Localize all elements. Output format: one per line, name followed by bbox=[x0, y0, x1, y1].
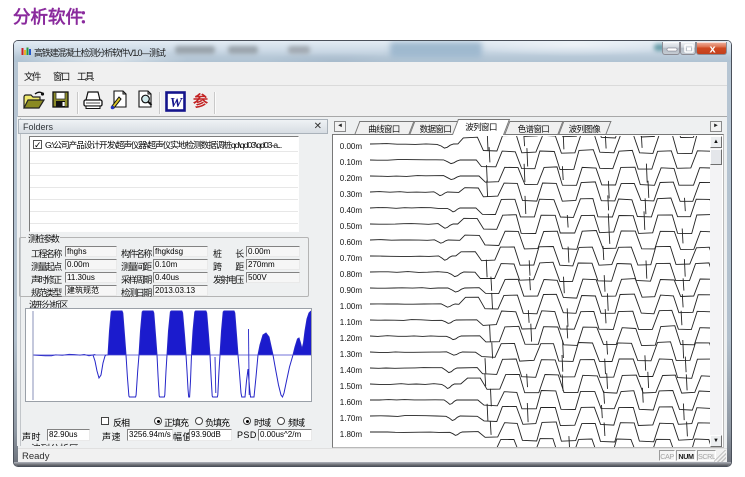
svg-text:1.70m: 1.70m bbox=[340, 414, 363, 423]
svg-text:0.70m: 0.70m bbox=[340, 254, 363, 263]
svg-text:0.00m: 0.00m bbox=[340, 142, 363, 151]
svg-text:1.50m: 1.50m bbox=[340, 382, 363, 391]
svg-text:0.40m: 0.40m bbox=[340, 206, 363, 215]
svg-text:0.30m: 0.30m bbox=[340, 190, 363, 199]
svg-text:0.50m: 0.50m bbox=[340, 222, 363, 231]
svg-text:参: 参 bbox=[193, 92, 209, 110]
svg-text:1.10m: 1.10m bbox=[340, 318, 363, 327]
svg-text:1.40m: 1.40m bbox=[340, 366, 363, 375]
svg-text:x: x bbox=[709, 44, 716, 56]
svg-text:1.60m: 1.60m bbox=[340, 398, 363, 407]
svg-text:0.60m: 0.60m bbox=[340, 238, 363, 247]
svg-text:0.20m: 0.20m bbox=[340, 174, 363, 183]
svg-text:1.00m: 1.00m bbox=[340, 302, 363, 311]
svg-text:0.80m: 0.80m bbox=[340, 270, 363, 279]
svg-text:1.80m: 1.80m bbox=[340, 430, 363, 439]
svg-text:1.30m: 1.30m bbox=[340, 350, 363, 359]
svg-text:1.20m: 1.20m bbox=[340, 334, 363, 343]
svg-text:0.10m: 0.10m bbox=[340, 158, 363, 167]
svg-text:0.90m: 0.90m bbox=[340, 286, 363, 295]
svg-text:W: W bbox=[170, 96, 184, 111]
